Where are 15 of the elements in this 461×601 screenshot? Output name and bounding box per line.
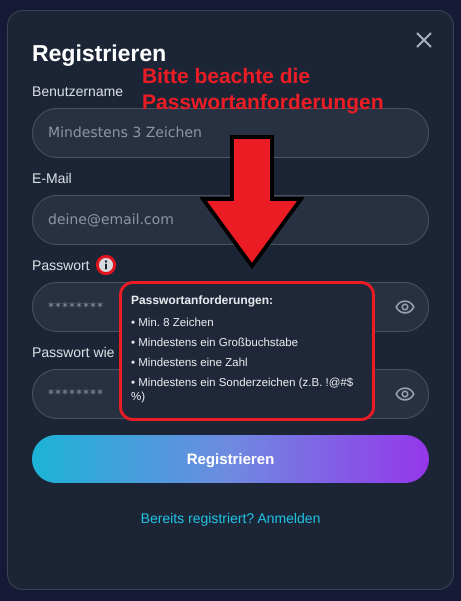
login-link[interactable]: Bereits registriert? Anmelden: [140, 510, 320, 526]
annotation-text: Bitte beachte die: [142, 65, 312, 90]
requirement-item: • Mindestens eine Zahl: [131, 356, 249, 370]
field-label: Passwort: [32, 257, 90, 273]
close-icon[interactable]: [416, 32, 432, 48]
field-label: Passwort wie: [32, 344, 114, 360]
requirement-item: • Mindestens ein Sonderzeichen (z.B. !@#$ %): [131, 376, 354, 404]
tooltip-title: Passwortanforderungen:: [131, 293, 274, 307]
field-label: E-Mail: [32, 170, 72, 186]
requirement-item: • Mindestens ein Großbuchstabe: [131, 336, 300, 350]
arrow-icon: [200, 135, 304, 269]
field-label: Benutzername: [32, 83, 124, 99]
dialog-title: Registrieren: [32, 39, 168, 67]
requirement-item: • Min. 8 Zeichen: [131, 316, 215, 330]
info-icon[interactable]: [96, 255, 116, 275]
